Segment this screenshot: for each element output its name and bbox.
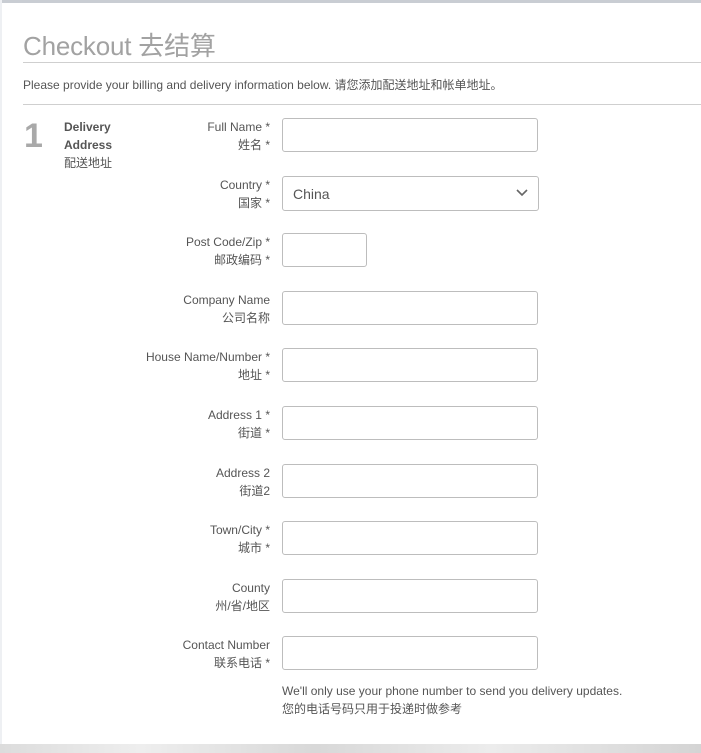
phone-hint-zh: 您的电话号码只用于投递时做参考 [282,702,463,716]
footer-background [0,744,701,753]
phone-hint-en: We'll only use your phone number to send… [282,684,623,698]
address1-input[interactable] [282,406,538,440]
country-label: Country * 国家 * [70,176,270,212]
full-name-input[interactable] [282,118,538,152]
country-select[interactable]: China [282,176,539,211]
town-label: Town/City * 城市 * [70,521,270,557]
country-label-zh: 国家 * [237,196,270,210]
address1-label-zh: 街道 * [237,426,270,440]
county-label-en: County [231,581,270,595]
county-input[interactable] [282,579,538,613]
address2-input[interactable] [282,464,538,498]
left-border [0,0,2,753]
post-code-input[interactable] [282,233,367,267]
contact-input[interactable] [282,636,538,670]
company-name-label-en: Company Name [183,293,270,307]
post-code-label-zh: 邮政编码 * [213,253,270,267]
full-name-label-en: Full Name * [207,120,270,134]
address1-label-en: Address 1 * [207,408,270,422]
title-divider [23,62,701,63]
address2-label-zh: 街道2 [239,484,270,498]
country-select-value: China [293,186,330,202]
step-label-zh: 配送地址 [64,156,113,170]
intro-text: Please provide your billing and delivery… [23,78,503,92]
intro-divider [23,104,701,105]
contact-label: Contact Number 联系电话 * [70,636,270,672]
top-border [0,0,701,3]
full-name-label: Full Name * 姓名 * [70,118,270,154]
house-label-en: House Name/Number * [145,350,270,364]
town-label-zh: 城市 * [237,541,270,555]
step-number: 1 [24,117,43,155]
house-label-zh: 地址 * [237,368,270,382]
address2-label: Address 2 街道2 [70,464,270,500]
address2-label-en: Address 2 [215,466,270,480]
contact-label-en: Contact Number [182,638,270,652]
town-label-en: Town/City * [209,523,270,537]
county-label: County 州/省/地区 [70,579,270,615]
house-input[interactable] [282,348,538,382]
contact-label-zh: 联系电话 * [213,656,270,670]
address1-label: Address 1 * 街道 * [70,406,270,442]
country-label-en: Country * [219,178,270,192]
town-input[interactable] [282,521,538,555]
post-code-label-en: Post Code/Zip * [185,235,270,249]
chevron-down-icon [516,189,528,197]
house-label: House Name/Number * 地址 * [70,348,270,384]
page-title: Checkout 去结算 [23,31,216,61]
post-code-label: Post Code/Zip * 邮政编码 * [70,233,270,269]
company-name-label: Company Name 公司名称 [70,291,270,327]
county-label-zh: 州/省/地区 [215,599,270,613]
company-name-label-zh: 公司名称 [221,311,270,325]
full-name-label-zh: 姓名 * [237,138,270,152]
company-name-input[interactable] [282,291,538,325]
phone-hint: We'll only use your phone number to send… [282,682,622,718]
